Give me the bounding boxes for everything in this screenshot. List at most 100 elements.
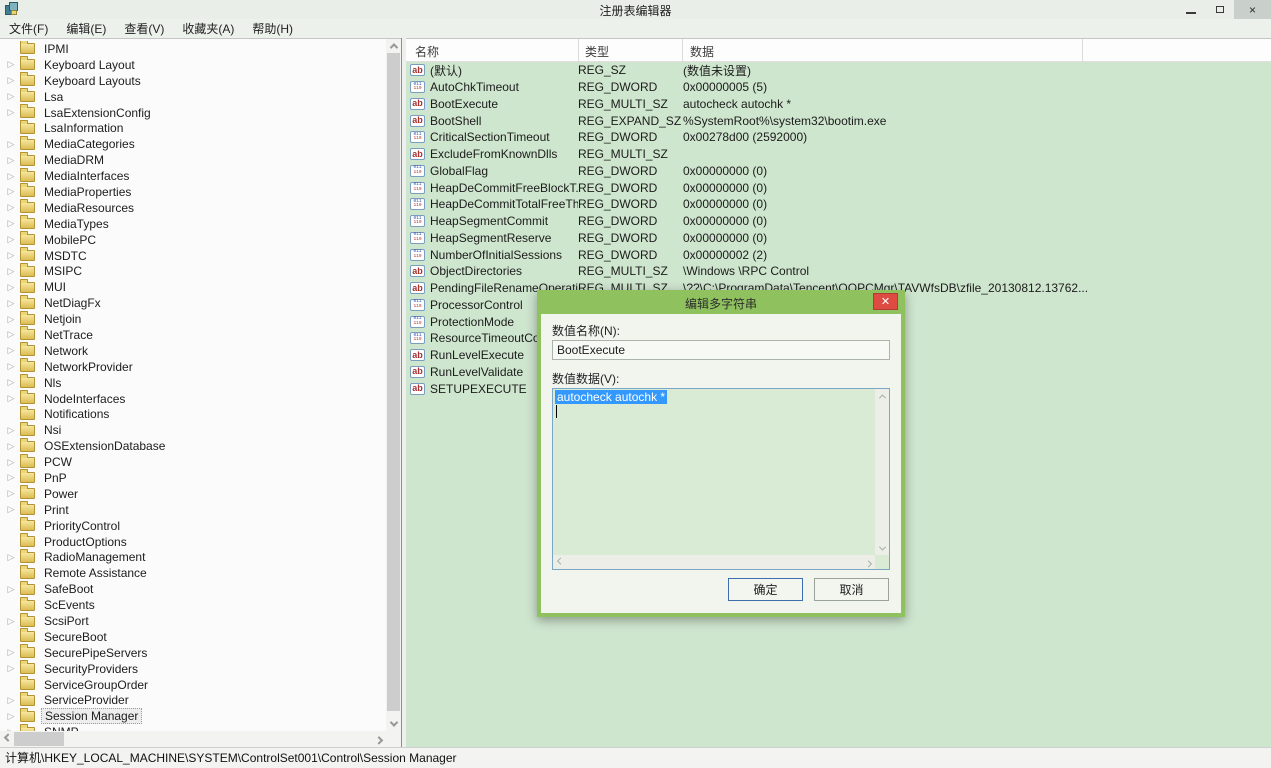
tree-item-mediacategories[interactable]: ▷ MediaCategories bbox=[0, 136, 385, 152]
tree-item-label[interactable]: Nsi bbox=[41, 423, 64, 437]
expand-arrow-icon[interactable]: ▷ bbox=[5, 140, 17, 149]
tree-item-label[interactable]: SecurePipeServers bbox=[41, 646, 150, 660]
tree-item-label[interactable]: PnP bbox=[41, 471, 70, 485]
tree-item-netdiagfx[interactable]: ▷NetDiagFx bbox=[0, 295, 385, 311]
value-data-edit[interactable]: autocheck autochk * bbox=[552, 388, 890, 570]
tree-item-networkprovider[interactable]: ▷NetworkProvider bbox=[0, 359, 385, 375]
value-name[interactable]: CriticalSectionTimeout bbox=[428, 130, 578, 144]
tree-item-mediatypes[interactable]: ▷MediaTypes bbox=[0, 216, 385, 232]
tree-item-label[interactable]: Lsa bbox=[41, 90, 66, 104]
tree-item-productoptions[interactable]: ProductOptions bbox=[0, 534, 385, 550]
expand-arrow-icon[interactable]: ▷ bbox=[5, 219, 17, 228]
menu-item-0[interactable]: 文件(F) bbox=[0, 18, 57, 39]
registry-value-row[interactable]: 011110NumberOfInitialSessionsREG_DWORD0x… bbox=[406, 246, 1271, 263]
value-name[interactable]: HeapDeCommitFreeBlockT... bbox=[428, 181, 578, 195]
tree-item-msdtc[interactable]: ▷ MSDTC bbox=[0, 248, 385, 264]
tree-item-ipmi[interactable]: IPMI bbox=[0, 41, 385, 57]
expand-arrow-icon[interactable]: ▷ bbox=[5, 585, 17, 594]
tree-item-scevents[interactable]: ScEvents bbox=[0, 597, 385, 613]
registry-value-row[interactable]: 011110HeapDeCommitFreeBlockT...REG_DWORD… bbox=[406, 179, 1271, 196]
tree-item-mobilepc[interactable]: ▷MobilePC bbox=[0, 232, 385, 248]
tree-item-mui[interactable]: ▷MUI bbox=[0, 279, 385, 295]
tree-item-label[interactable]: ProductOptions bbox=[41, 535, 130, 549]
tree-item-label[interactable]: NetworkProvider bbox=[41, 360, 136, 374]
ok-button[interactable]: 确定 bbox=[728, 578, 803, 601]
tree-item-servicegrouporder[interactable]: ServiceGroupOrder bbox=[0, 677, 385, 693]
expand-arrow-icon[interactable]: ▷ bbox=[5, 553, 17, 562]
tree-item-label[interactable]: SafeBoot bbox=[41, 582, 96, 596]
registry-value-row[interactable]: 011110AutoChkTimeoutREG_DWORD0x00000005 … bbox=[406, 79, 1271, 96]
tree-item-securepipeservers[interactable]: ▷SecurePipeServers bbox=[0, 645, 385, 661]
tree-vertical-scrollbar[interactable] bbox=[386, 39, 401, 731]
tree-item-label[interactable]: SecureBoot bbox=[41, 630, 110, 644]
tree-item-scsiport[interactable]: ▷ScsiPort bbox=[0, 613, 385, 629]
expand-arrow-icon[interactable]: ▷ bbox=[5, 473, 17, 482]
tree-item-label[interactable]: ScEvents bbox=[41, 598, 98, 612]
restore-button[interactable] bbox=[1205, 0, 1234, 19]
registry-value-row[interactable]: ab(默认)REG_SZ(数值未设置) bbox=[406, 62, 1271, 79]
value-name[interactable]: ExcludeFromKnownDlls bbox=[428, 147, 578, 161]
tree-item-label[interactable]: Nls bbox=[41, 376, 64, 390]
expand-arrow-icon[interactable]: ▷ bbox=[5, 505, 17, 514]
expand-arrow-icon[interactable]: ▷ bbox=[5, 315, 17, 324]
expand-arrow-icon[interactable]: ▷ bbox=[5, 187, 17, 196]
edit-scroll-left-icon[interactable] bbox=[553, 555, 567, 569]
expand-arrow-icon[interactable]: ▷ bbox=[5, 346, 17, 355]
expand-arrow-icon[interactable]: ▷ bbox=[5, 696, 17, 705]
tree-item-nsi[interactable]: ▷Nsi bbox=[0, 422, 385, 438]
expand-arrow-icon[interactable]: ▷ bbox=[5, 203, 17, 212]
tree-item-label[interactable]: Network bbox=[41, 344, 91, 358]
value-name[interactable]: ObjectDirectories bbox=[428, 264, 578, 278]
tree-item-secureboot[interactable]: SecureBoot bbox=[0, 629, 385, 645]
expand-arrow-icon[interactable]: ▷ bbox=[5, 92, 17, 101]
column-header-type[interactable]: 类型 bbox=[585, 43, 609, 60]
expand-arrow-icon[interactable]: ▷ bbox=[5, 235, 17, 244]
scroll-up-icon[interactable] bbox=[386, 39, 401, 53]
menu-item-1[interactable]: 编辑(E) bbox=[57, 18, 115, 39]
tree-item-label[interactable]: RadioManagement bbox=[41, 550, 148, 564]
tree-item-serviceprovider[interactable]: ▷ServiceProvider bbox=[0, 693, 385, 709]
expand-arrow-icon[interactable]: ▷ bbox=[5, 251, 17, 260]
value-data-text[interactable]: autocheck autochk * bbox=[553, 389, 875, 555]
tree-item-network[interactable]: ▷ Network bbox=[0, 343, 385, 359]
value-name[interactable]: HeapDeCommitTotalFreeTh... bbox=[428, 197, 578, 211]
expand-arrow-icon[interactable]: ▷ bbox=[5, 394, 17, 403]
close-button[interactable]: × bbox=[1234, 0, 1271, 19]
edit-horizontal-scrollbar[interactable] bbox=[553, 555, 875, 569]
scroll-down-icon[interactable] bbox=[386, 717, 401, 731]
column-header-name[interactable]: 名称 bbox=[415, 43, 439, 60]
tree-item-label[interactable]: IPMI bbox=[41, 42, 72, 56]
tree-item-label[interactable]: MediaCategories bbox=[41, 137, 138, 151]
edit-scroll-down-icon[interactable] bbox=[875, 541, 889, 555]
tree-item-label[interactable]: MediaInterfaces bbox=[41, 169, 132, 183]
value-name[interactable]: HeapSegmentReserve bbox=[428, 231, 578, 245]
tree-item-label[interactable]: Remote Assistance bbox=[41, 566, 150, 580]
tree-item-label[interactable]: NetDiagFx bbox=[41, 296, 104, 310]
tree-item-label[interactable]: NodeInterfaces bbox=[41, 392, 128, 406]
column-header-data[interactable]: 数据 bbox=[690, 43, 714, 60]
tree-item-nls[interactable]: ▷Nls bbox=[0, 375, 385, 391]
tree-item-label[interactable]: LsaInformation bbox=[41, 121, 126, 135]
tree-item-lsaextensionconfig[interactable]: ▷LsaExtensionConfig bbox=[0, 105, 385, 121]
tree-item-nettrace[interactable]: ▷ NetTrace bbox=[0, 327, 385, 343]
tree-item-lsa[interactable]: ▷ Lsa bbox=[0, 89, 385, 105]
tree-item-keyboard-layout[interactable]: ▷Keyboard Layout bbox=[0, 57, 385, 73]
tree-item-safeboot[interactable]: ▷ SafeBoot bbox=[0, 581, 385, 597]
expand-arrow-icon[interactable]: ▷ bbox=[5, 172, 17, 181]
expand-arrow-icon[interactable]: ▷ bbox=[5, 283, 17, 292]
expand-arrow-icon[interactable]: ▷ bbox=[5, 330, 17, 339]
tree-item-label[interactable]: LsaExtensionConfig bbox=[41, 106, 154, 120]
menu-item-2[interactable]: 查看(V) bbox=[115, 18, 173, 39]
tree-item-label[interactable]: Netjoin bbox=[41, 312, 84, 326]
value-name[interactable]: GlobalFlag bbox=[428, 164, 578, 178]
tree-item-label[interactable]: NetTrace bbox=[41, 328, 96, 342]
tree-item-label[interactable]: Keyboard Layout bbox=[41, 58, 138, 72]
value-name-input[interactable]: BootExecute bbox=[552, 340, 890, 360]
expand-arrow-icon[interactable]: ▷ bbox=[5, 76, 17, 85]
registry-value-row[interactable]: 011110HeapSegmentReserveREG_DWORD0x00000… bbox=[406, 230, 1271, 247]
registry-value-row[interactable]: 011110GlobalFlagREG_DWORD0x00000000 (0) bbox=[406, 163, 1271, 180]
tree-item-lsainformation[interactable]: LsaInformation bbox=[0, 120, 385, 136]
tree-item-label[interactable]: MSDTC bbox=[41, 249, 90, 263]
value-name[interactable]: NumberOfInitialSessions bbox=[428, 248, 578, 262]
tree-item-prioritycontrol[interactable]: PriorityControl bbox=[0, 518, 385, 534]
